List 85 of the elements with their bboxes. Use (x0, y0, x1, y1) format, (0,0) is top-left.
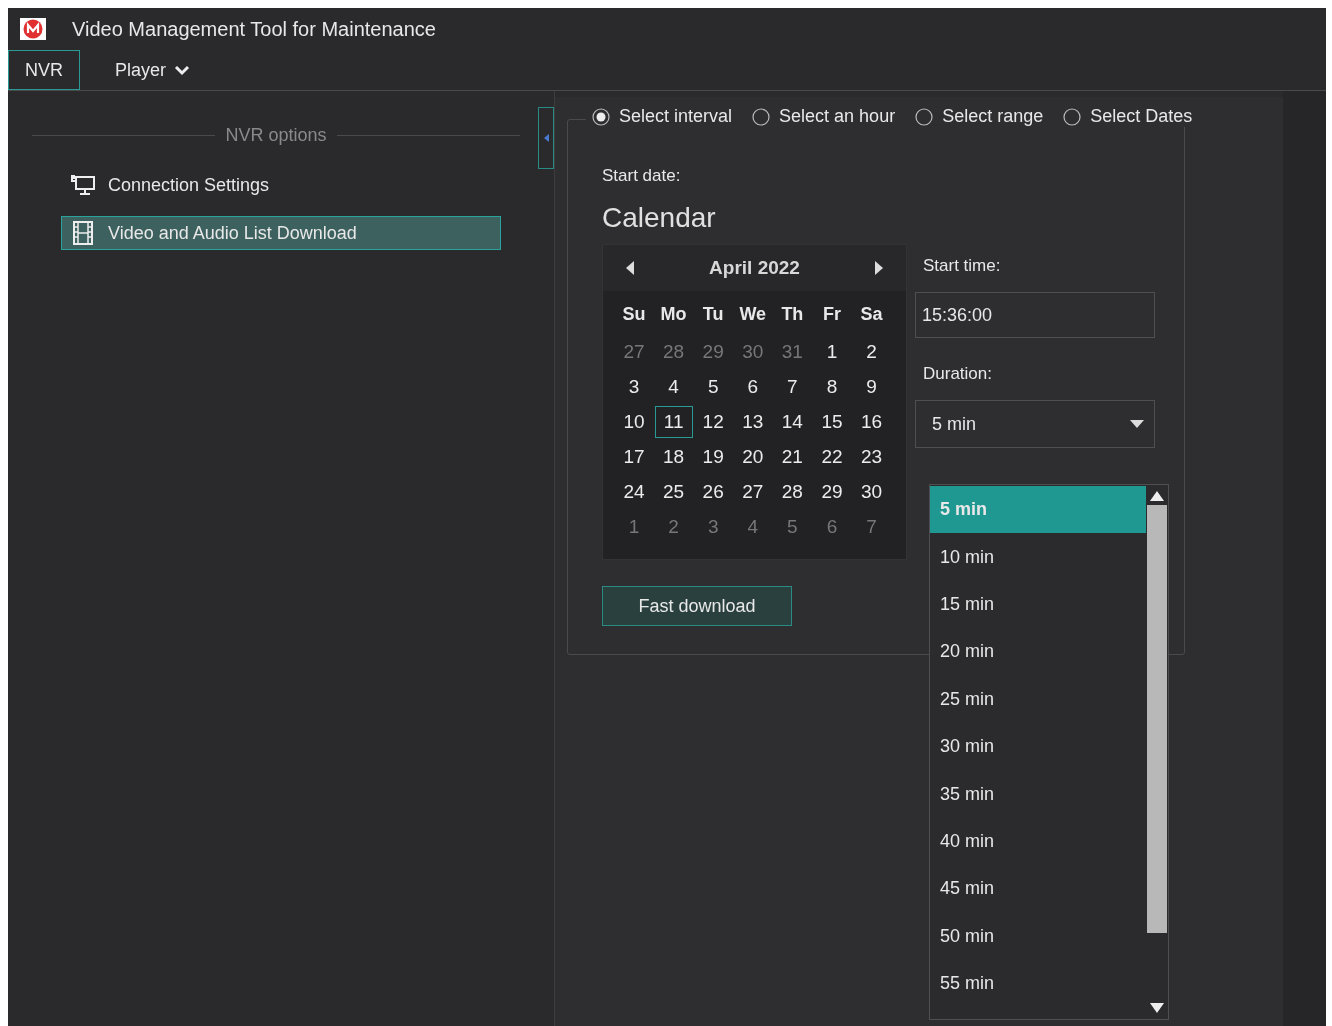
collapse-button[interactable] (538, 107, 554, 169)
calendar-day[interactable]: 5 (694, 371, 733, 403)
dropdown-option[interactable]: 10 min (930, 533, 1146, 581)
calendar-title: Calendar (602, 202, 717, 234)
month-title: April 2022 (709, 257, 800, 279)
calendar-day[interactable]: 5 (773, 511, 812, 543)
window-title: Video Management Tool for Maintenance (72, 17, 436, 41)
calendar-day[interactable]: 2 (852, 336, 891, 368)
weekday-label: Th (781, 303, 804, 326)
calendar-day[interactable]: 2 (654, 511, 693, 543)
calendar-day[interactable]: 20 (733, 441, 772, 473)
caret-left-icon (543, 134, 549, 142)
calendar-day[interactable]: 23 (852, 441, 891, 473)
calendar-day[interactable]: 13 (733, 406, 772, 438)
menu-tab[interactable]: Player (98, 50, 208, 90)
radio-option[interactable]: Select interval (592, 106, 733, 127)
calendar-day[interactable]: 30 (733, 336, 772, 368)
calendar-day[interactable]: 1 (812, 336, 851, 368)
field-label: Start date: (602, 166, 682, 186)
caret-down-icon (1130, 420, 1144, 428)
calendar-day[interactable]: 8 (812, 371, 851, 403)
calendar-day[interactable]: 1 (615, 511, 653, 543)
dropdown-option[interactable]: 50 min (930, 912, 1146, 960)
sidebar-item[interactable]: Connection Settings (61, 168, 501, 202)
calendar-day[interactable]: 3 (694, 511, 733, 543)
fast-download-button[interactable]: Fast download (602, 586, 792, 626)
calendar-day[interactable]: 4 (654, 371, 693, 403)
sidebar-item[interactable]: Video and Audio List Download (61, 216, 501, 250)
calendar-day[interactable]: 26 (694, 476, 733, 508)
calendar-day[interactable]: 4 (733, 511, 772, 543)
calendar-day[interactable]: 12 (694, 406, 733, 438)
dropdown-option[interactable]: 55 min (930, 959, 1146, 1008)
calendar-day[interactable]: 31 (773, 336, 812, 368)
calendar-day[interactable]: 17 (615, 441, 653, 473)
calendar-day[interactable]: 18 (654, 441, 693, 473)
duration-dropdown[interactable]: 5 min (915, 400, 1155, 448)
weekday-label: Su (622, 303, 646, 326)
calendar-day[interactable]: 14 (773, 406, 812, 438)
time-field[interactable]: 15:36:00 (915, 292, 1155, 338)
calendar-day[interactable]: 7 (773, 371, 812, 403)
radio-option[interactable]: Select Dates (1063, 106, 1193, 127)
calendar-day[interactable]: 29 (812, 476, 851, 508)
dropdown-option[interactable]: 20 min (930, 628, 1146, 676)
menu-tab[interactable]: NVR (8, 50, 80, 90)
radio-option[interactable]: Select range (915, 106, 1044, 127)
calendar-day[interactable]: 27 (615, 336, 653, 368)
weekday-label: Fr (822, 303, 841, 326)
calendar-day[interactable]: 29 (694, 336, 733, 368)
field-label: Duration: (923, 364, 993, 384)
dropdown-option[interactable]: 35 min (930, 770, 1146, 818)
field-label: Start time: (923, 256, 1002, 276)
calendar-day[interactable]: 6 (733, 371, 772, 403)
calendar-day[interactable]: 22 (812, 441, 851, 473)
calendar-day[interactable]: 6 (812, 511, 851, 543)
monitor-icon (70, 173, 96, 197)
calendar-day[interactable]: 28 (654, 336, 693, 368)
weekday-label: Sa (860, 303, 883, 326)
scroll-down-icon[interactable] (1150, 1003, 1164, 1013)
film-icon (70, 221, 96, 245)
weekday-label: Mo (660, 303, 687, 326)
scroll-up-icon[interactable] (1150, 491, 1164, 501)
calendar-day[interactable]: 21 (773, 441, 812, 473)
dropdown-option[interactable]: 45 min (930, 865, 1146, 913)
calendar-day[interactable]: 19 (694, 441, 733, 473)
calendar-day[interactable]: 15 (812, 406, 851, 438)
radio-option[interactable]: Select an hour (752, 106, 896, 127)
dropdown-option[interactable]: 15 min (930, 580, 1146, 629)
calendar-day[interactable]: 10 (615, 406, 653, 438)
calendar-day[interactable]: 7 (852, 511, 891, 543)
calendar-day[interactable]: 9 (852, 371, 891, 403)
weekday-label: Tu (702, 303, 724, 326)
calendar-day[interactable]: 3 (615, 371, 653, 403)
calendar-day[interactable]: 16 (852, 406, 891, 438)
calendar-day[interactable]: 25 (654, 476, 693, 508)
dropdown-option[interactable]: 40 min (930, 817, 1146, 866)
calendar-day[interactable]: 30 (852, 476, 891, 508)
calendar-day[interactable]: 27 (733, 476, 772, 508)
calendar-day[interactable]: 28 (773, 476, 812, 508)
weekday-label: We (739, 303, 767, 326)
dropdown-option[interactable]: 25 min (930, 675, 1146, 723)
calendar-day[interactable]: 24 (615, 476, 653, 508)
dropdown-option[interactable]: 30 min (930, 722, 1146, 771)
calendar-day[interactable]: 11 (654, 406, 693, 438)
logo-icon (20, 18, 46, 40)
section-heading: NVR options (225, 125, 327, 146)
